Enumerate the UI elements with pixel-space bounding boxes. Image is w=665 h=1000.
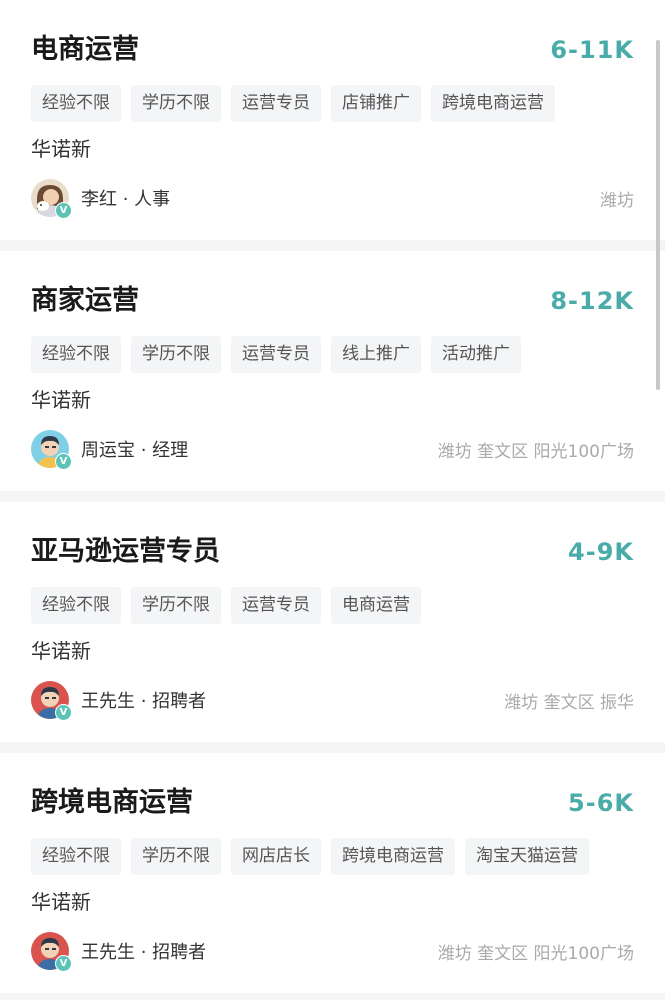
job-tag: 学历不限 (131, 838, 221, 875)
job-title: 亚马逊运营专员 (31, 536, 220, 567)
avatar: V (31, 179, 72, 219)
recruiter-name: 李红 · 人事 (81, 189, 171, 210)
job-tag: 运营专员 (231, 336, 321, 373)
job-tag: 跨境电商运营 (431, 85, 555, 122)
company-name: 华诺新 (31, 137, 91, 161)
avatar: V (31, 681, 72, 721)
job-title: 电商运营 (31, 34, 139, 65)
recruiter-name: 周运宝 · 经理 (81, 440, 189, 461)
verified-badge-icon: V (55, 453, 72, 470)
job-title: 跨境电商运营 (31, 787, 193, 818)
job-tag: 电商运营 (331, 587, 421, 624)
job-tag: 淘宝天猫运营 (465, 838, 589, 875)
recruiter-info: V 王先生 · 招聘者 (31, 680, 207, 721)
verified-badge-icon: V (55, 202, 72, 219)
job-tag: 线上推广 (331, 336, 421, 373)
job-location: 潍坊 (600, 191, 634, 211)
job-tag: 经验不限 (31, 587, 121, 624)
job-salary: 5-6K (568, 789, 634, 817)
recruiter-info: V 王先生 · 招聘者 (31, 931, 207, 972)
job-location: 潍坊 奎文区 振华 (504, 693, 634, 713)
job-tag: 活动推广 (431, 336, 521, 373)
job-tag: 学历不限 (131, 336, 221, 373)
job-location: 潍坊 奎文区 阳光100广场 (437, 944, 634, 964)
recruiter-name: 王先生 · 招聘者 (81, 942, 207, 963)
verified-badge-icon: V (55, 704, 72, 721)
job-tag: 运营专员 (231, 85, 321, 122)
job-tag: 网店店长 (231, 838, 321, 875)
recruiter-info: V 周运宝 · 经理 (31, 429, 189, 470)
company-name: 华诺新 (31, 639, 91, 663)
job-title: 商家运营 (31, 285, 139, 316)
job-tag: 学历不限 (131, 85, 221, 122)
company-name: 华诺新 (31, 388, 91, 412)
job-tag: 店铺推广 (331, 85, 421, 122)
job-salary: 6-11K (550, 36, 634, 64)
avatar: V (31, 932, 72, 972)
recruiter-name: 王先生 · 招聘者 (81, 691, 207, 712)
job-tag: 运营专员 (231, 587, 321, 624)
job-tags: 经验不限 学历不限 运营专员 店铺推广 跨境电商运营 (31, 85, 555, 122)
avatar: V (31, 430, 72, 470)
job-tag: 学历不限 (131, 587, 221, 624)
company-name: 华诺新 (31, 890, 91, 914)
job-card[interactable]: 跨境电商运营 5-6K 经验不限 学历不限 网店店长 跨境电商运营 淘宝天猫运营… (0, 753, 665, 993)
recruiter-info: V 李红 · 人事 (31, 178, 171, 219)
job-salary: 4-9K (568, 538, 634, 566)
job-tag: 跨境电商运营 (331, 838, 455, 875)
job-location: 潍坊 奎文区 阳光100广场 (437, 442, 634, 462)
job-tag: 经验不限 (31, 838, 121, 875)
job-card[interactable]: 亚马逊运营专员 4-9K 经验不限 学历不限 运营专员 电商运营 华诺新 V 王… (0, 502, 665, 742)
job-tags: 经验不限 学历不限 网店店长 跨境电商运营 淘宝天猫运营 (31, 838, 589, 875)
scrollbar[interactable] (656, 40, 660, 390)
job-tags: 经验不限 学历不限 运营专员 电商运营 (31, 587, 421, 624)
job-tags: 经验不限 学历不限 运营专员 线上推广 活动推广 (31, 336, 521, 373)
job-tag: 经验不限 (31, 85, 121, 122)
job-salary: 8-12K (550, 287, 634, 315)
job-card[interactable]: 商家运营 8-12K 经验不限 学历不限 运营专员 线上推广 活动推广 华诺新 … (0, 251, 665, 491)
job-tag: 经验不限 (31, 336, 121, 373)
verified-badge-icon: V (55, 955, 72, 972)
job-card[interactable]: 电商运营 6-11K 经验不限 学历不限 运营专员 店铺推广 跨境电商运营 华诺… (0, 0, 665, 240)
